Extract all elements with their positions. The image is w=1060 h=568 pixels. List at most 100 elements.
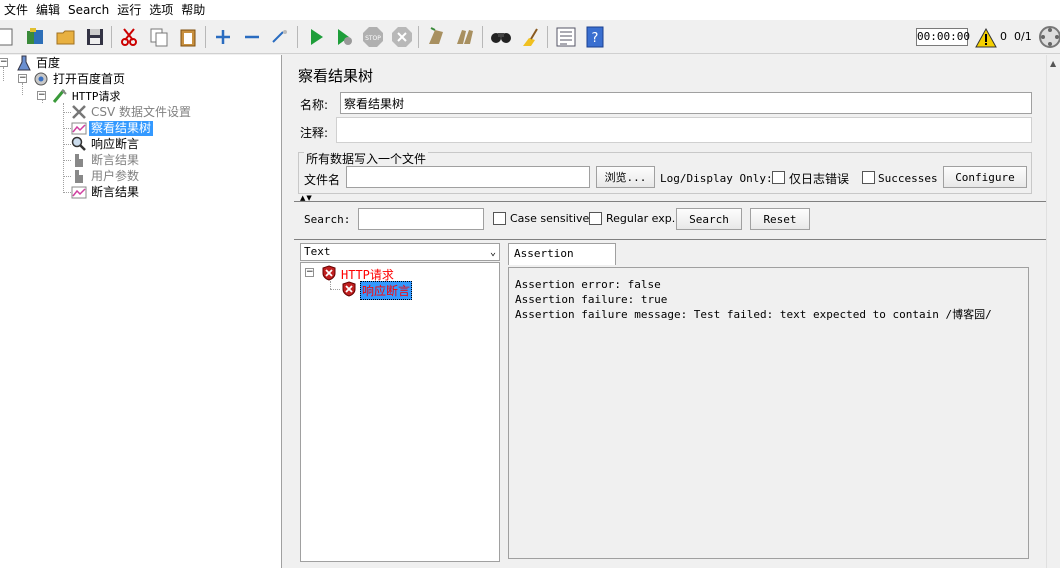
collapse-icon[interactable] bbox=[240, 25, 264, 49]
menu-edit[interactable]: 编辑 bbox=[32, 0, 64, 20]
clear-icon[interactable] bbox=[424, 25, 448, 49]
scroll-up-icon[interactable]: ▲ bbox=[1050, 59, 1056, 68]
divider bbox=[294, 239, 1046, 240]
toolbar-separator bbox=[547, 26, 548, 48]
listener-icon bbox=[71, 152, 87, 168]
tree-guide bbox=[330, 289, 340, 290]
tree-guide bbox=[22, 83, 23, 95]
tree-guide bbox=[63, 192, 71, 193]
result-line: Assertion error: false bbox=[515, 278, 661, 291]
browse-button[interactable]: 浏览... bbox=[596, 166, 655, 188]
regex-checkbox[interactable] bbox=[589, 212, 602, 225]
menu-help[interactable]: 帮助 bbox=[177, 0, 209, 20]
tree-collapse-toggle[interactable]: − bbox=[18, 74, 27, 83]
main-splitter[interactable] bbox=[283, 55, 293, 568]
cut-icon[interactable] bbox=[117, 25, 141, 49]
menu-file[interactable]: 文件 bbox=[0, 0, 32, 20]
search-icon[interactable] bbox=[489, 25, 513, 49]
tree-node-user-parameters[interactable]: 用户参数 bbox=[71, 168, 141, 184]
svg-text:STOP: STOP bbox=[365, 35, 381, 42]
filename-label: 文件名 bbox=[304, 173, 341, 187]
write-to-file-title: 所有数据写入一个文件 bbox=[304, 150, 429, 167]
tab-assertion-result[interactable]: Assertion result bbox=[508, 243, 616, 280]
config-icon bbox=[71, 104, 87, 120]
shutdown-icon[interactable] bbox=[390, 25, 414, 49]
reset-search-icon[interactable] bbox=[518, 25, 542, 49]
toolbar-separator bbox=[297, 26, 298, 48]
new-icon[interactable] bbox=[0, 25, 18, 49]
tree-collapse-toggle[interactable]: − bbox=[0, 58, 8, 67]
vertical-scrollbar[interactable]: ▲ bbox=[1046, 55, 1060, 568]
case-sensitive-checkbox[interactable] bbox=[493, 212, 506, 225]
tree-node-label: CSV 数据文件设置 bbox=[91, 104, 192, 119]
listener-icon bbox=[71, 120, 87, 136]
errors-only-checkbox[interactable] bbox=[772, 171, 785, 184]
thread-count: 0/1 bbox=[1014, 30, 1032, 43]
tree-node-view-results-tree[interactable]: 察看结果树 bbox=[71, 120, 154, 136]
name-label: 名称: bbox=[300, 98, 329, 112]
tree-node-http-sampler[interactable]: HTTP请求 bbox=[52, 88, 123, 104]
preprocessor-icon bbox=[71, 168, 87, 184]
tree-node-label: 断言结果 bbox=[91, 152, 140, 167]
warning-count: 0 bbox=[1000, 30, 1007, 43]
renderer-select[interactable]: Text ⌄ bbox=[300, 243, 500, 261]
successes-checkbox[interactable] bbox=[862, 171, 875, 184]
comment-field[interactable] bbox=[336, 117, 1032, 143]
start-no-pause-icon[interactable] bbox=[332, 25, 356, 49]
divider bbox=[294, 201, 1046, 202]
open-icon[interactable] bbox=[54, 25, 78, 49]
test-plan-tree[interactable]: − 百度 − 打开百度首页 − HTTP请求 CSV 数据文件设置 察看结果树 bbox=[0, 55, 282, 568]
filename-field[interactable] bbox=[346, 166, 590, 188]
name-field[interactable] bbox=[340, 92, 1032, 114]
tree-node-label: 断言结果 bbox=[91, 184, 140, 199]
configure-button[interactable]: Configure bbox=[943, 166, 1027, 188]
tree-node-test-plan[interactable]: 百度 bbox=[16, 55, 62, 71]
function-helper-icon[interactable] bbox=[554, 25, 578, 49]
tree-node-label: 用户参数 bbox=[91, 168, 140, 183]
renderer-value: Text bbox=[304, 245, 331, 258]
result-line: Assertion failure message: Test failed: … bbox=[515, 308, 992, 321]
tree-guide bbox=[63, 112, 71, 113]
tree-node-csv-config[interactable]: CSV 数据文件设置 bbox=[71, 104, 193, 120]
start-icon[interactable] bbox=[304, 25, 328, 49]
log-display-label: Log/Display Only: bbox=[660, 172, 773, 185]
result-node-response-assertion[interactable]: 响应断言 bbox=[341, 281, 413, 300]
tree-collapse-toggle[interactable]: − bbox=[37, 91, 46, 100]
toggle-icon[interactable] bbox=[268, 25, 292, 49]
menu-run[interactable]: 运行 bbox=[113, 0, 145, 20]
result-node-label: 响应断言 bbox=[360, 281, 413, 300]
save-icon[interactable] bbox=[83, 25, 107, 49]
clear-all-icon[interactable] bbox=[453, 25, 477, 49]
tree-guide bbox=[3, 67, 4, 81]
tree-node-label: 响应断言 bbox=[91, 136, 140, 151]
toolbar-separator bbox=[482, 26, 483, 48]
tree-node-thread-group[interactable]: 打开百度首页 bbox=[33, 71, 127, 87]
templates-icon[interactable] bbox=[24, 25, 48, 49]
tree-node-label: 察看结果树 bbox=[89, 120, 154, 136]
warning-icon[interactable] bbox=[974, 26, 998, 50]
search-input[interactable] bbox=[358, 208, 484, 230]
tree-node-label: 打开百度首页 bbox=[53, 71, 126, 86]
paste-icon[interactable] bbox=[176, 25, 200, 49]
help-icon[interactable]: ? bbox=[583, 25, 607, 49]
tree-collapse-toggle[interactable]: − bbox=[305, 268, 314, 277]
results-tree[interactable]: − HTTP请求 响应断言 bbox=[300, 262, 500, 562]
tree-node-assertion-results[interactable]: 断言结果 bbox=[71, 184, 141, 200]
tree-node-response-assertion[interactable]: 响应断言 bbox=[71, 136, 141, 152]
result-line: Assertion failure: true bbox=[515, 293, 668, 306]
successes-label: Successes bbox=[878, 172, 938, 185]
tree-node-label: HTTP请求 bbox=[72, 89, 121, 103]
tree-guide bbox=[63, 176, 71, 177]
menu-search[interactable]: Search bbox=[64, 0, 113, 20]
running-indicator-icon bbox=[1038, 25, 1060, 49]
copy-icon[interactable] bbox=[147, 25, 171, 49]
page-title: 察看结果树 bbox=[298, 67, 374, 85]
reset-button[interactable]: Reset bbox=[750, 208, 810, 230]
stop-icon[interactable]: STOP bbox=[361, 25, 385, 49]
case-sensitive-label: Case sensitive bbox=[510, 212, 590, 225]
tree-node-assertion-results-disabled[interactable]: 断言结果 bbox=[71, 152, 141, 168]
search-button[interactable]: Search bbox=[676, 208, 742, 230]
expand-icon[interactable] bbox=[211, 25, 235, 49]
menu-options[interactable]: 选项 bbox=[145, 0, 177, 20]
sampler-icon bbox=[52, 88, 68, 104]
